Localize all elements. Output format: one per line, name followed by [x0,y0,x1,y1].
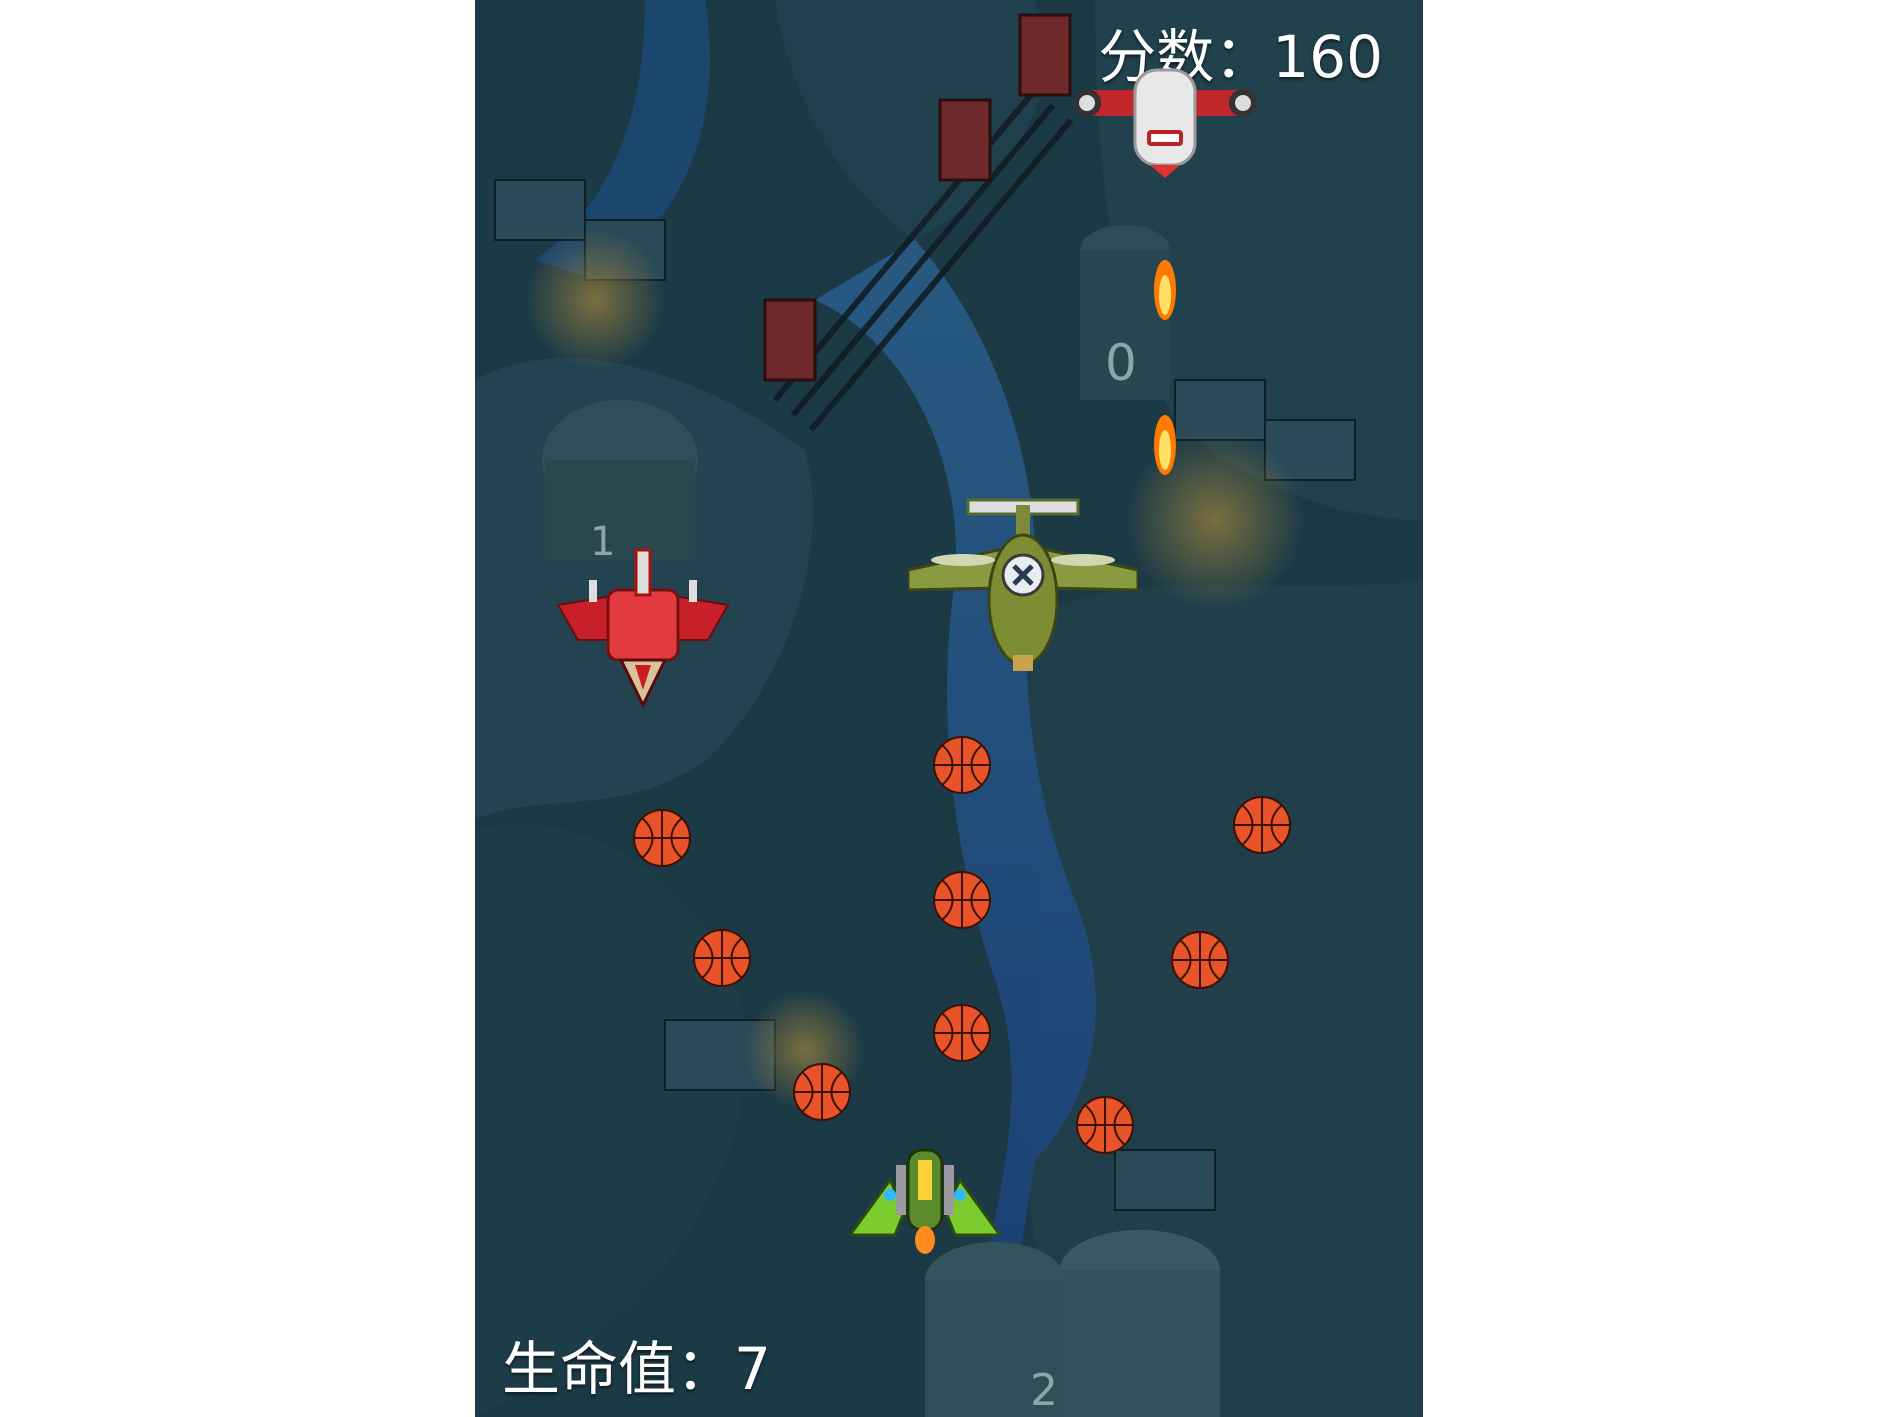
basketball-icon [633,809,691,867]
lives-value: 7 [734,1335,771,1403]
svg-text:0: 0 [1105,334,1137,392]
player-jet-icon[interactable] [850,1140,1000,1255]
svg-text:2: 2 [1030,1365,1058,1416]
lives-display: 生命值：7 [502,1340,771,1398]
score-value: 160 [1272,23,1383,91]
basketball-icon [693,929,751,987]
basketball-icon [1233,796,1291,854]
fireball-icon [1154,260,1176,320]
enemy-red-fighter-icon[interactable] [553,545,733,710]
enemy-bomber-icon[interactable] [908,490,1138,675]
fireball-icon [1154,415,1176,475]
basketball-icon [933,1004,991,1062]
basketball-icon [933,736,991,794]
game-viewport[interactable]: 0 2 1 分数：160 生命值：7 [475,0,1423,1417]
lives-label: 生命值： [502,1335,735,1403]
basketball-icon [933,871,991,929]
basketball-icon [793,1063,851,1121]
basketball-icon [1076,1096,1134,1154]
enemy-gunship-icon[interactable] [1065,60,1265,180]
basketball-icon [1171,931,1229,989]
